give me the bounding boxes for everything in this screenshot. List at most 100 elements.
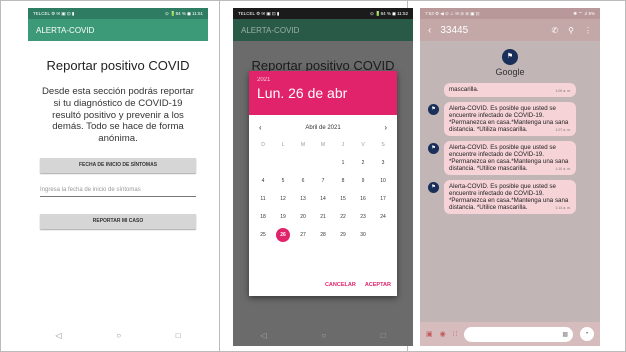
calendar-day[interactable]: 30 xyxy=(353,228,373,242)
recents-icon[interactable]: □ xyxy=(176,331,181,340)
calendar-day[interactable]: 25 xyxy=(253,228,273,242)
calendar-day[interactable]: 16 xyxy=(353,192,373,206)
back-icon[interactable]: ◁ xyxy=(55,331,61,340)
phone-sms-screen: 7:53 ⚙ ◀ ⊙ ⊥ ✉ ⊘ ⊚ ▣ ⊡ ✱ ⌔ .ıl 5% ‹ 3344… xyxy=(420,8,600,346)
status-right: ✱ ⌔ .ıl 5% xyxy=(573,10,595,16)
message-item: ⚑ Alerta-COVID. Es posible que usted se … xyxy=(428,141,600,175)
home-icon[interactable]: ○ xyxy=(321,331,326,340)
weekday-label: M xyxy=(300,142,306,148)
calendar-empty-cell xyxy=(293,156,313,170)
back-icon[interactable]: ◁ xyxy=(260,331,266,340)
app-bar: ALERTA-COVID xyxy=(233,19,413,41)
selected-year[interactable]: 2021 xyxy=(257,77,389,83)
calendar-empty-cell xyxy=(253,156,273,170)
panel-divider xyxy=(219,0,220,352)
calendar-day[interactable]: 23 xyxy=(353,210,373,224)
contact-number: 33445 xyxy=(440,24,469,36)
calendar-day[interactable]: 2 xyxy=(353,156,373,170)
message-item: ⚑ Alerta-COVID. Es posible que usted se … xyxy=(428,102,600,136)
calendar-day[interactable]: 17 xyxy=(373,192,393,206)
cancel-button[interactable]: CANCELAR xyxy=(325,282,356,288)
calendar-day[interactable]: 5 xyxy=(273,174,293,188)
calendar-day[interactable]: 24 xyxy=(373,210,393,224)
calendar-day[interactable]: 10 xyxy=(373,174,393,188)
phone-date-picker-screen: TELCEL ⚙ ✉ ▣ ⊡ ▮ ⊙ 🔋84 % ◼ 11:52 ALERTA-… xyxy=(233,8,413,346)
calendar-grid: D L M M J V S 1 2 3 4 5 6 7 8 9 10 11 12 13 14 15 16 17 18 19 20 21… xyxy=(249,132,397,242)
selected-day[interactable]: 26 xyxy=(276,228,290,242)
message-bubble[interactable]: Alerta-COVID. Es posible que usted se en… xyxy=(444,102,576,136)
previous-month-icon[interactable]: ‹ xyxy=(259,123,262,132)
calendar-day[interactable]: 18 xyxy=(253,210,273,224)
description-text: Desde esta sección podrás reportar si tu… xyxy=(42,86,194,145)
accept-button[interactable]: ACEPTAR xyxy=(365,282,391,288)
month-navigation: ‹ Abril de 2021 › xyxy=(249,115,397,132)
calendar-day[interactable]: 11 xyxy=(253,192,273,206)
weekday-label: J xyxy=(341,142,345,148)
message-text: Alerta-COVID. Es posible que usted se en… xyxy=(449,183,569,211)
calendar-day[interactable]: 13 xyxy=(293,192,313,206)
calendar-day[interactable]: 9 xyxy=(353,174,373,188)
calendar-day[interactable]: 20 xyxy=(293,210,313,224)
weekday-label: M xyxy=(320,142,326,148)
status-left: 7:53 ⚙ ◀ ⊙ ⊥ ✉ ⊘ ⊚ ▣ ⊡ xyxy=(425,10,480,16)
more-options-icon[interactable]: ⋮ xyxy=(584,26,592,35)
sender-name: Google xyxy=(495,67,525,77)
voice-send-icon[interactable]: • xyxy=(580,327,594,341)
image-icon[interactable]: ▣ xyxy=(426,330,433,338)
calendar-day[interactable]: 19 xyxy=(273,210,293,224)
message-bubble[interactable]: Alerta-COVID. Es posible que usted se en… xyxy=(444,180,576,214)
symptom-date-field[interactable]: Ingresa la fecha de inicio de síntomas xyxy=(40,187,196,197)
calendar-day[interactable]: 14 xyxy=(313,192,333,206)
calendar-day[interactable]: 3 xyxy=(373,156,393,170)
status-bar: 7:53 ⚙ ◀ ⊙ ⊥ ✉ ⊘ ⊚ ▣ ⊡ ✱ ⌔ .ıl 5% xyxy=(420,8,600,19)
next-month-icon[interactable]: › xyxy=(384,123,387,132)
message-item: mascarilla. 1:00 a. m. xyxy=(428,83,600,97)
calendar-day[interactable]: 28 xyxy=(313,228,333,242)
page-title: Reportar positivo COVID xyxy=(46,58,190,73)
message-input[interactable]: ▩ xyxy=(464,326,573,342)
status-right: ⊙ 🔋84 % ◼ 11:52 xyxy=(369,10,408,16)
call-icon[interactable]: ✆ xyxy=(551,26,558,35)
status-left: TELCEL ⚙ ✉ ▣ ⊡ ▮ xyxy=(238,10,280,16)
calendar-day[interactable]: 8 xyxy=(333,174,353,188)
calendar-day[interactable]: 15 xyxy=(333,192,353,206)
search-icon[interactable]: ⚲ xyxy=(568,26,574,35)
message-text: Alerta-COVID. Es posible que usted se en… xyxy=(449,105,569,133)
date-picker-dialog: 2021 Lun. 26 de abr ‹ Abril de 2021 › DL… xyxy=(249,71,397,296)
phone-report-screen: TELCEL ⚙ ✉ ▣ ⊡ ▮ ⊙ 🔋84 % ◼ 11:51 ALERTA-… xyxy=(28,8,208,346)
status-right: ⊙ 🔋84 % ◼ 11:51 xyxy=(164,10,203,16)
calendar-day[interactable]: 27 xyxy=(293,228,313,242)
calendar-day[interactable]: 29 xyxy=(333,228,353,242)
weekday-label: S xyxy=(381,142,385,148)
sticker-icon[interactable]: ▩ xyxy=(562,331,568,338)
calendar-day[interactable]: 6 xyxy=(293,174,313,188)
message-item: ⚑ Alerta-COVID. Es posible que usted se … xyxy=(428,180,600,214)
status-bar: TELCEL ⚙ ✉ ▣ ⊡ ▮ ⊙ 🔋84 % ◼ 11:52 xyxy=(233,8,413,19)
calendar-day[interactable]: 4 xyxy=(253,174,273,188)
system-nav-bar: ◁ ○ □ xyxy=(28,324,208,346)
calendar-empty-cell xyxy=(313,156,333,170)
calendar-day[interactable]: 12 xyxy=(273,192,293,206)
back-arrow-icon[interactable]: ‹ xyxy=(428,25,431,36)
recents-icon[interactable]: □ xyxy=(381,331,386,340)
message-composer: ▣ ◉ ∷ ▩ • xyxy=(420,322,600,346)
sender-avatar-icon: ⚑ xyxy=(502,49,518,65)
message-time: 1:10 a. m. xyxy=(555,167,571,171)
calendar-day[interactable]: 22 xyxy=(333,210,353,224)
home-icon[interactable]: ○ xyxy=(116,331,121,340)
calendar-day[interactable]: 7 xyxy=(313,174,333,188)
status-bar: TELCEL ⚙ ✉ ▣ ⊡ ▮ ⊙ 🔋84 % ◼ 11:51 xyxy=(28,8,208,19)
symptom-date-button[interactable]: FECHA DE INICIO DE SÍNTOMAS xyxy=(40,157,196,173)
report-case-button[interactable]: REPORTAR MI CASO xyxy=(40,213,196,229)
message-bubble[interactable]: mascarilla. 1:00 a. m. xyxy=(444,83,576,97)
camera-icon[interactable]: ◉ xyxy=(440,330,446,338)
apps-icon[interactable]: ∷ xyxy=(453,330,457,338)
sender-avatar-icon: ⚑ xyxy=(428,104,439,115)
message-text: mascarilla. xyxy=(449,86,479,93)
message-bubble[interactable]: Alerta-COVID. Es posible que usted se en… xyxy=(444,141,576,175)
calendar-day[interactable]: 21 xyxy=(313,210,333,224)
status-left: TELCEL ⚙ ✉ ▣ ⊡ ▮ xyxy=(33,10,75,16)
message-list: mascarilla. 1:00 a. m. ⚑ Alerta-COVID. E… xyxy=(420,83,600,214)
conversation-header: ‹ 33445 ✆ ⚲ ⋮ xyxy=(420,19,600,41)
calendar-day[interactable]: 1 xyxy=(333,156,353,170)
